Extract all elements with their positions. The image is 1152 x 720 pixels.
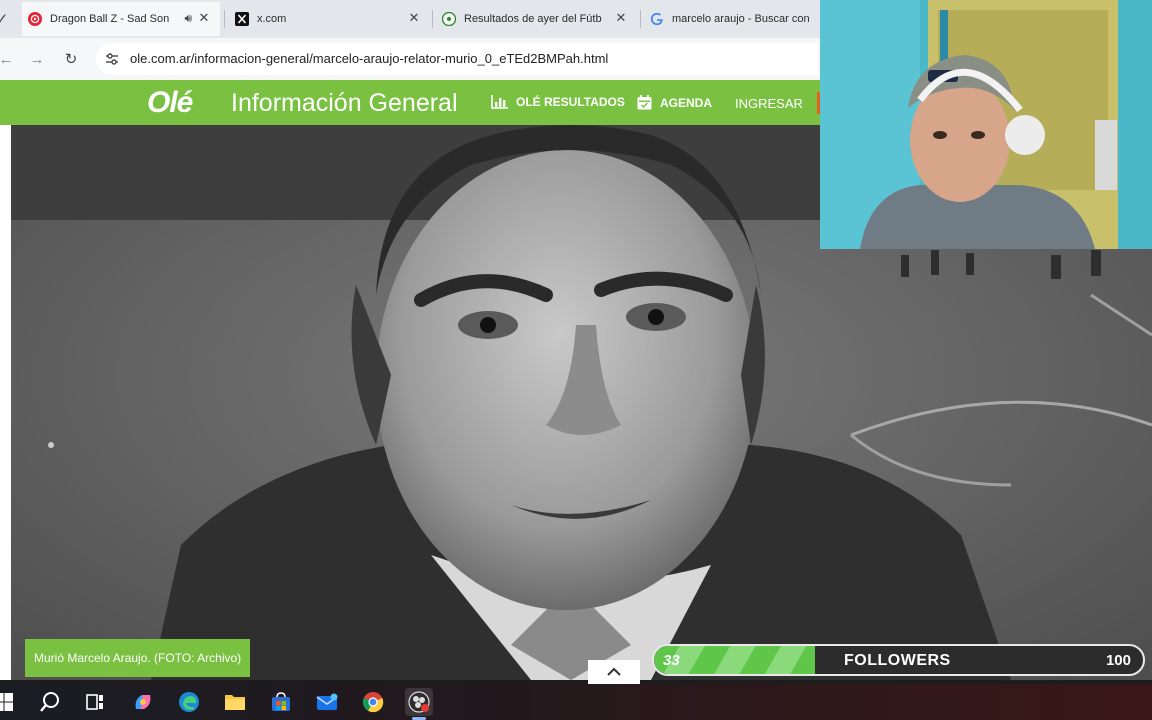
tab-search-chevron-icon[interactable]: ✓ (0, 7, 10, 31)
followers-goal: 100 (1105, 652, 1131, 669)
tab-separator (432, 10, 433, 28)
tab-dragon-ball[interactable]: Dragon Ball Z - Sad Son 🔊︎ ✕ (22, 2, 220, 36)
nav-ole-resultados[interactable]: OLÉ RESULTADOS (491, 95, 625, 109)
url-text[interactable]: ole.com.ar/informacion-general/marcelo-a… (130, 51, 608, 66)
followers-goal-bar: 33 FOLLOWERS 100 (652, 644, 1145, 676)
tab-google-search[interactable]: marcelo araujo - Buscar con (644, 2, 820, 36)
close-tab-icon[interactable]: ✕ (196, 10, 212, 26)
section-title: Información General (231, 89, 458, 117)
tab-title: Resultados de ayer del Fútb (464, 13, 602, 25)
soccer-ball-icon (442, 12, 456, 26)
nav-label: INGRESAR (735, 96, 803, 111)
google-icon (650, 12, 664, 26)
youtube-music-icon (28, 12, 42, 26)
close-tab-icon[interactable]: ✕ (406, 10, 422, 26)
tab-resultados[interactable]: Resultados de ayer del Fútb ✕ (436, 2, 637, 36)
browser-tab-strip: ✓ Dragon Ball Z - Sad Son 🔊︎ ✕ x.com ✕ R… (0, 0, 820, 38)
bar-chart-icon (491, 95, 508, 109)
tab-separator (640, 10, 641, 28)
reload-icon[interactable]: ↻ (59, 47, 83, 71)
file-explorer-icon[interactable] (221, 688, 249, 716)
search-icon[interactable] (36, 688, 64, 716)
tab-title: Dragon Ball Z - Sad Son (50, 13, 170, 25)
microsoft-store-icon[interactable] (267, 688, 295, 716)
scroll-to-top-button[interactable] (588, 660, 640, 684)
windows-taskbar (0, 684, 1152, 720)
browser-toolbar: ← → ↻ ole.com.ar/informacion-general/mar… (0, 38, 820, 80)
edge-icon[interactable] (175, 688, 203, 716)
address-bar[interactable]: ole.com.ar/informacion-general/marcelo-a… (96, 43, 818, 75)
windows-start-icon[interactable] (0, 688, 18, 716)
tab-separator (224, 10, 225, 28)
ole-logo[interactable]: Olé (147, 86, 193, 120)
chevron-up-icon (607, 667, 621, 676)
tab-title: marcelo araujo - Buscar con (672, 13, 810, 25)
speaker-icon[interactable]: 🔊︎ (184, 11, 192, 26)
chrome-icon[interactable] (359, 688, 387, 716)
photo-caption: Murió Marcelo Araujo. (FOTO: Archivo) (25, 639, 251, 677)
site-header: Olé Información General OLÉ RESULTADOS A… (0, 80, 820, 125)
copilot-icon[interactable] (129, 688, 157, 716)
followers-label: FOLLOWERS (844, 652, 951, 669)
task-view-icon[interactable] (81, 688, 109, 716)
webcam-overlay (820, 0, 1152, 249)
tab-x[interactable]: x.com ✕ (229, 2, 430, 36)
close-tab-icon[interactable]: ✕ (613, 10, 629, 26)
mail-icon[interactable] (313, 688, 341, 716)
forward-arrow-icon[interactable]: → (25, 47, 49, 71)
nav-label: OLÉ RESULTADOS (516, 95, 625, 109)
followers-count: 33 (663, 652, 680, 669)
back-arrow-icon[interactable]: ← (0, 47, 18, 71)
nav-label: AGENDA (660, 95, 713, 110)
nav-agenda[interactable]: AGENDA (637, 95, 712, 110)
nav-ingresar[interactable]: INGRESAR (735, 96, 803, 111)
obs-icon[interactable] (405, 688, 433, 716)
tab-title: x.com (257, 13, 287, 25)
calendar-icon (637, 95, 652, 110)
x-logo-icon (235, 12, 249, 26)
site-info-icon[interactable] (104, 51, 120, 67)
